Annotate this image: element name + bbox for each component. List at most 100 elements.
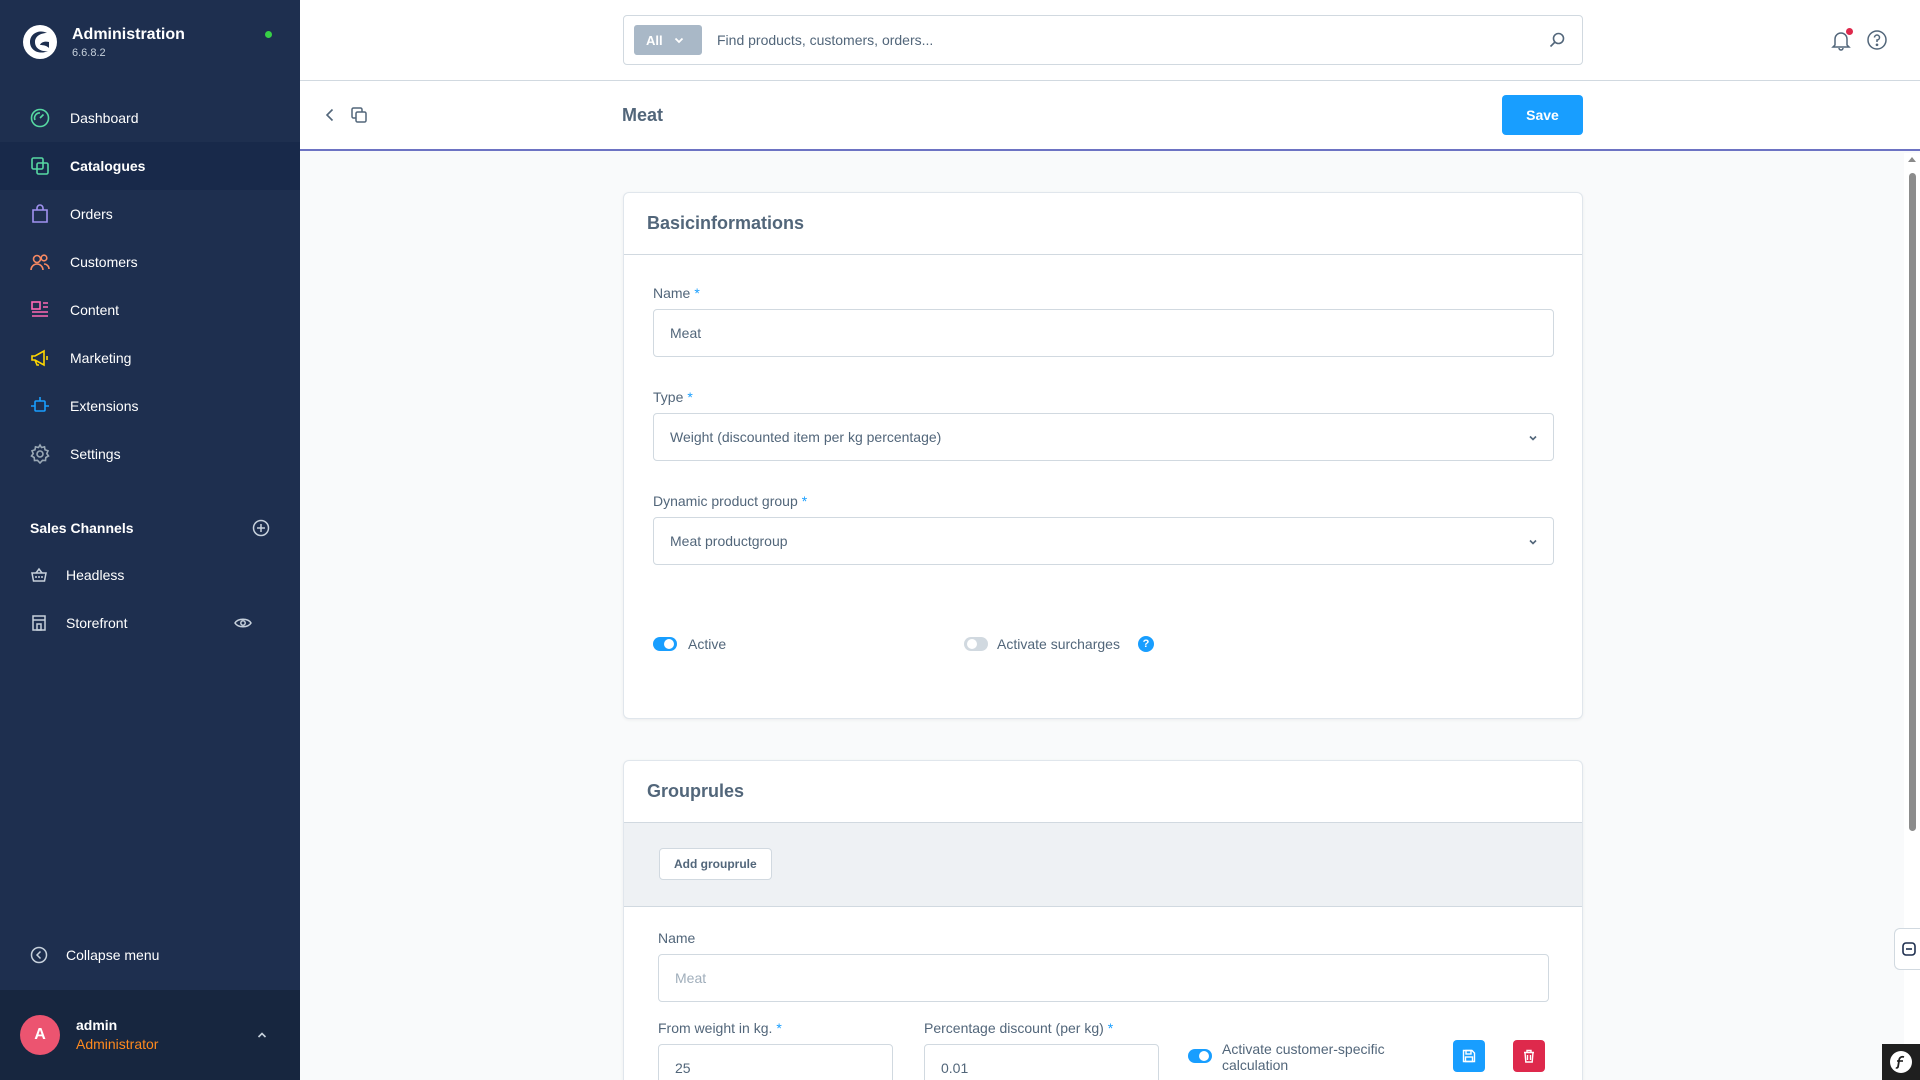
symfony-logo-icon	[1890, 1051, 1912, 1073]
surcharges-toggle[interactable]	[964, 637, 988, 651]
duplicate-icon[interactable]	[350, 106, 368, 124]
basic-info-card: Basicinformations Name * Meat Type * Weigh…	[623, 192, 1583, 719]
nav-label: Dashboard	[70, 110, 139, 126]
rule-name-field[interactable]: Meat	[658, 954, 1549, 1002]
marketing-icon	[31, 349, 48, 367]
symfony-toolbar-icon[interactable]	[1882, 1044, 1920, 1080]
customers-icon	[30, 254, 50, 271]
scroll-thumb[interactable]	[1909, 173, 1916, 831]
floppy-save-icon	[1462, 1049, 1476, 1063]
sales-channel-label: Storefront	[66, 615, 128, 631]
delete-rule-button[interactable]	[1513, 1040, 1545, 1072]
eye-icon[interactable]	[234, 614, 252, 632]
nav-item-catalogues[interactable]: Catalogues	[0, 142, 300, 190]
user-profile[interactable]: A admin Administrator	[0, 990, 300, 1080]
nav-item-orders[interactable]: Orders	[0, 190, 300, 238]
save-button[interactable]: Save	[1502, 95, 1583, 135]
customer-calc-toggle[interactable]	[1188, 1049, 1212, 1063]
add-grouprule-button[interactable]: Add grouprule	[659, 848, 772, 880]
chat-widget-icon	[1902, 942, 1916, 956]
sales-channels-header: Sales Channels	[30, 519, 270, 537]
brand-version: 6.6.8.2	[72, 46, 106, 59]
side-widget[interactable]	[1894, 928, 1920, 970]
product-group-value: Meat productgroup	[670, 533, 788, 549]
orders-icon	[32, 204, 48, 223]
help-icon[interactable]	[1866, 29, 1888, 51]
nav-label: Catalogues	[70, 158, 146, 174]
global-search: All	[623, 15, 1583, 65]
rule-name-label: Name	[658, 930, 696, 946]
nav-item-marketing[interactable]: Marketing	[0, 334, 300, 382]
nav-label: Content	[70, 302, 120, 318]
product-group-select[interactable]: Meat productgroup	[653, 517, 1554, 565]
card-title: Basicinformations	[624, 193, 1582, 255]
scroll-up-arrow[interactable]	[1908, 157, 1916, 162]
status-dot	[265, 31, 272, 38]
nav-label: Settings	[70, 446, 121, 462]
product-group-label: Dynamic product group *	[653, 493, 808, 509]
grouprules-toolbar: Add grouprule	[624, 823, 1582, 907]
weight-label: From weight in kg. *	[658, 1020, 782, 1036]
chevron-down-icon	[1529, 435, 1537, 441]
brand[interactable]: Administration 6.6.8.2	[22, 24, 185, 60]
catalogues-icon	[31, 157, 49, 175]
nav-label: Marketing	[70, 350, 132, 366]
back-arrow-icon[interactable]	[322, 107, 338, 123]
nav-item-customers[interactable]: Customers	[0, 238, 300, 286]
sales-channels-title: Sales Channels	[30, 520, 134, 536]
nav-item-content[interactable]: Content	[0, 286, 300, 334]
discount-label: Percentage discount (per kg) *	[924, 1020, 1114, 1036]
search-filter-dropdown[interactable]: All	[634, 25, 702, 55]
notification-badge	[1846, 28, 1853, 35]
smart-bar: Meat Save	[300, 81, 1920, 151]
info-icon[interactable]: ?	[1138, 636, 1154, 652]
discount-field[interactable]: 0.01	[924, 1044, 1159, 1080]
shopware-logo-icon	[23, 25, 57, 59]
main-nav: Dashboard Catalogues Orders Customers Co…	[0, 94, 300, 478]
search-filter-label: All	[646, 32, 663, 48]
user-name: admin	[76, 1017, 118, 1033]
avatar: A	[20, 1015, 60, 1055]
rule-name-placeholder: Meat	[675, 970, 707, 986]
chevron-down-icon	[674, 37, 683, 44]
nav-item-dashboard[interactable]: Dashboard	[0, 94, 300, 142]
search-input[interactable]	[717, 32, 1517, 48]
surcharges-label: Activate surcharges	[997, 636, 1120, 652]
add-sales-channel-icon[interactable]	[252, 519, 270, 537]
settings-icon	[30, 443, 50, 465]
content-icon	[31, 301, 48, 317]
collapse-label: Collapse menu	[66, 947, 160, 963]
name-field[interactable]: Meat	[653, 309, 1554, 357]
basket-icon	[31, 567, 47, 582]
type-value: Weight (discounted item per kg percentag…	[670, 429, 942, 445]
type-select[interactable]: Weight (discounted item per kg percentag…	[653, 413, 1554, 461]
extensions-icon	[31, 397, 49, 412]
sales-channel-label: Headless	[66, 567, 125, 583]
card-title: Grouprules	[624, 761, 1582, 823]
name-value: Meat	[670, 325, 702, 341]
chevron-up-icon[interactable]	[255, 1028, 269, 1042]
search-icon[interactable]	[1548, 31, 1566, 49]
active-label: Active	[688, 636, 727, 652]
discount-value: 0.01	[941, 1060, 969, 1076]
trash-icon	[1524, 1049, 1534, 1063]
page-title: Meat	[622, 105, 664, 125]
topbar: All	[300, 0, 1920, 81]
type-label: Type *	[653, 389, 693, 405]
active-toggle[interactable]	[653, 637, 677, 651]
nav-item-extensions[interactable]: Extensions	[0, 382, 300, 430]
sales-channel-headless[interactable]: Headless	[30, 566, 270, 584]
save-rule-button[interactable]	[1453, 1040, 1485, 1072]
user-role: Administrator	[76, 1036, 159, 1052]
chevron-down-icon	[1529, 539, 1537, 545]
nav-label: Customers	[70, 254, 138, 270]
sidebar: Administration 6.6.8.2 Dashboard Catalog…	[0, 0, 300, 1080]
weight-field[interactable]: 25	[658, 1044, 893, 1080]
sales-channel-storefront[interactable]: Storefront	[30, 614, 270, 632]
dashboard-icon	[30, 108, 50, 128]
collapse-menu[interactable]: Collapse menu	[30, 946, 159, 964]
brand-title: Administration	[72, 25, 185, 43]
grouprules-card: Grouprules Add grouprule Name Meat From …	[623, 760, 1583, 1080]
nav-item-settings[interactable]: Settings	[0, 430, 300, 478]
name-label: Name *	[653, 285, 700, 301]
